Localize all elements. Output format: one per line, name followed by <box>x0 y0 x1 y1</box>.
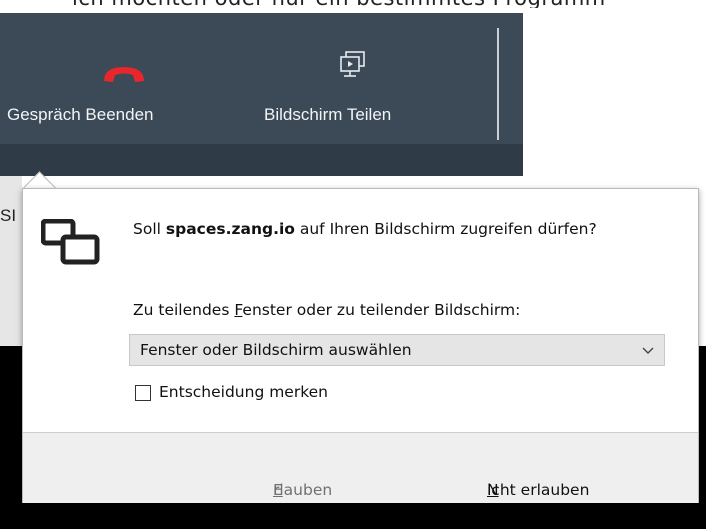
select-value: Fenster oder Bildschirm auswählen <box>140 341 412 359</box>
remember-label: Entscheidung merken <box>159 383 329 401</box>
requesting-domain: spaces.zang.io <box>165 220 295 238</box>
dialog-footer: Erlauben Nicht erlauben <box>23 432 698 503</box>
prompt-prefix: Soll <box>133 220 166 238</box>
toolbar-divider <box>497 28 499 140</box>
screen-sharing-icon <box>41 219 100 265</box>
background-partial-text: SI <box>0 206 17 225</box>
share-target-label: Zu teilendes Fenster oder zu teilender B… <box>133 301 520 319</box>
phone-hangup-icon <box>104 67 144 82</box>
screen-share-icon <box>340 51 365 77</box>
background-page-text: ich möchten oder nur ein bestimmtes Prog… <box>0 0 706 8</box>
end-call-button[interactable]: Gespräch Beenden <box>0 13 248 143</box>
screen-share-permission-dialog: Soll spaces.zang.io auf Ihren Bildschirm… <box>22 188 699 503</box>
deny-button[interactable]: Nicht erlauben <box>463 433 643 503</box>
prompt-suffix: auf Ihren Bildschirm zugreifen dürfen? <box>294 220 597 238</box>
end-call-label: Gespräch Beenden <box>7 105 154 124</box>
share-label-end: enster oder zu teilender Bildschirm: <box>242 301 521 319</box>
remember-checkbox[interactable] <box>135 385 151 401</box>
share-screen-label: Bildschirm Teilen <box>264 105 392 124</box>
call-toolbar: Gespräch Beenden Bildschirm Teilen <box>0 13 523 176</box>
share-label-start: Zu teilendes <box>133 301 235 319</box>
toolbar-bottom-band <box>0 144 523 176</box>
share-screen-button[interactable]: Bildschirm Teilen <box>250 13 470 143</box>
chevron-down-icon <box>642 347 654 354</box>
window-or-screen-select[interactable]: Fenster oder Bildschirm auswählen <box>129 334 665 366</box>
permission-prompt: Soll spaces.zang.io auf Ihren Bildschirm… <box>133 217 653 241</box>
deny-label: icht erlauben <box>487 481 590 499</box>
allow-button[interactable]: Erlauben <box>23 433 332 503</box>
allow-label: rlauben <box>273 481 333 499</box>
